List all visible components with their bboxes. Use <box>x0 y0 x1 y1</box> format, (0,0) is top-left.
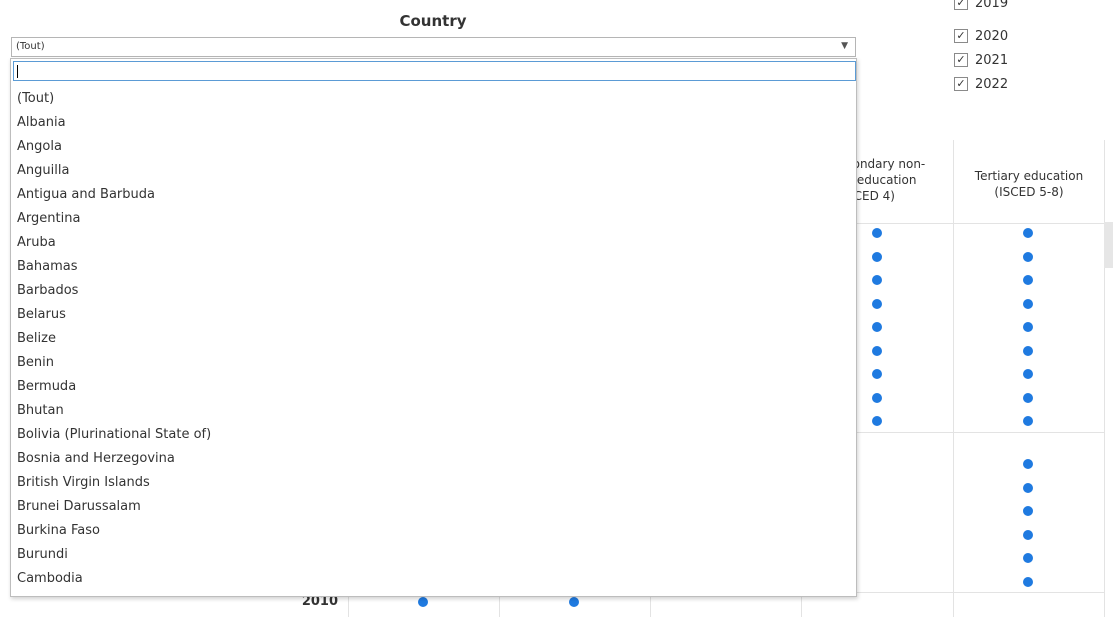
data-dot <box>1023 416 1033 426</box>
data-dot <box>1023 392 1033 403</box>
country-option[interactable]: Benin <box>17 353 856 377</box>
country-option[interactable]: Belarus <box>17 305 856 329</box>
table-row-divider <box>857 223 1104 224</box>
country-dropdown[interactable]: (Tout) ▼ <box>11 37 856 57</box>
checkbox-checked-icon[interactable]: ✓ <box>954 29 968 43</box>
year-option-2021[interactable]: ✓ 2021 <box>954 51 1008 69</box>
column-header-line: Tertiary education <box>974 169 1084 183</box>
country-option[interactable]: Burkina Faso <box>17 521 856 545</box>
data-dot <box>872 416 882 426</box>
data-dot <box>872 275 882 285</box>
data-dot <box>872 322 882 332</box>
country-options: (Tout) Albania Angola Anguilla Antigua and B… <box>17 89 856 593</box>
column-header-tertiary: Tertiary education (ISCED 5-8) <box>954 168 1104 200</box>
data-dot <box>1023 459 1033 469</box>
checkbox-checked-icon[interactable]: ✓ <box>954 0 968 10</box>
data-dot <box>1023 251 1033 262</box>
data-dot <box>872 228 882 238</box>
year-option-2022[interactable]: ✓ 2022 <box>954 75 1008 93</box>
data-dot <box>1023 553 1033 563</box>
data-dot <box>872 345 882 356</box>
column-header-line: condary non- <box>846 157 926 171</box>
data-dot <box>1023 345 1033 356</box>
data-dot <box>418 597 428 607</box>
country-option[interactable]: British Virgin Islands <box>17 473 856 497</box>
year-label: 2019 <box>975 0 1009 11</box>
column-header-line: y education <box>846 173 917 187</box>
country-option[interactable]: Aruba <box>17 233 856 257</box>
data-dot <box>1023 576 1033 587</box>
country-option[interactable]: (Tout) <box>17 89 856 113</box>
data-dot <box>1023 506 1033 516</box>
data-dot <box>872 369 882 379</box>
country-option[interactable]: Brunei Darussalam <box>17 497 856 521</box>
country-option[interactable]: Burundi <box>17 545 856 569</box>
country-search-input[interactable] <box>13 61 856 81</box>
country-filter-title: Country <box>399 12 467 30</box>
country-dropdown-list: (Tout) Albania Angola Anguilla Antigua and B… <box>10 58 857 597</box>
country-option[interactable]: Bahamas <box>17 257 856 281</box>
country-option[interactable]: Barbados <box>17 281 856 305</box>
text-cursor <box>17 65 18 78</box>
table-scrollbar-thumb[interactable] <box>1104 222 1113 268</box>
data-dot <box>1023 482 1033 493</box>
column-header-line: (ISCED 5-8) <box>994 185 1064 199</box>
column-header-line: SCED 4) <box>846 189 895 203</box>
table-row-divider <box>857 432 1104 433</box>
country-option[interactable]: Anguilla <box>17 161 856 185</box>
checkbox-checked-icon[interactable]: ✓ <box>954 53 968 67</box>
data-dot <box>1023 322 1033 332</box>
country-option[interactable]: Bosnia and Herzegovina <box>17 449 856 473</box>
country-option[interactable]: Albania <box>17 113 856 137</box>
country-option[interactable]: Antigua and Barbuda <box>17 185 856 209</box>
table-column-divider <box>1104 140 1105 617</box>
year-option-2020[interactable]: ✓ 2020 <box>954 27 1008 45</box>
country-option[interactable]: Belize <box>17 329 856 353</box>
data-dot <box>1023 228 1033 238</box>
data-dot <box>872 251 882 262</box>
country-option[interactable]: Argentina <box>17 209 856 233</box>
table-column-divider <box>953 140 954 617</box>
country-option[interactable]: Bermuda <box>17 377 856 401</box>
country-option[interactable]: Bolivia (Plurinational State of) <box>17 425 856 449</box>
checkbox-checked-icon[interactable]: ✓ <box>954 77 968 91</box>
year-label: 2021 <box>975 52 1009 68</box>
country-option[interactable]: Cambodia <box>17 569 856 593</box>
data-dot <box>872 298 882 309</box>
data-dot <box>1023 369 1033 379</box>
country-selected-value: (Tout) <box>16 41 45 52</box>
data-dot <box>1023 275 1033 285</box>
country-option[interactable]: Bhutan <box>17 401 856 425</box>
column-header-post-secondary: condary non- y education SCED 4) <box>846 156 954 204</box>
data-dot <box>1023 298 1033 309</box>
chevron-down-icon[interactable]: ▼ <box>841 41 848 51</box>
year-label: 2020 <box>975 28 1009 44</box>
country-option[interactable]: Angola <box>17 137 856 161</box>
year-option-2019[interactable]: ✓ 2019 <box>954 0 1008 12</box>
data-dot <box>569 597 579 607</box>
data-dot <box>1023 529 1033 540</box>
year-label: 2022 <box>975 76 1009 92</box>
data-dot <box>872 392 882 403</box>
